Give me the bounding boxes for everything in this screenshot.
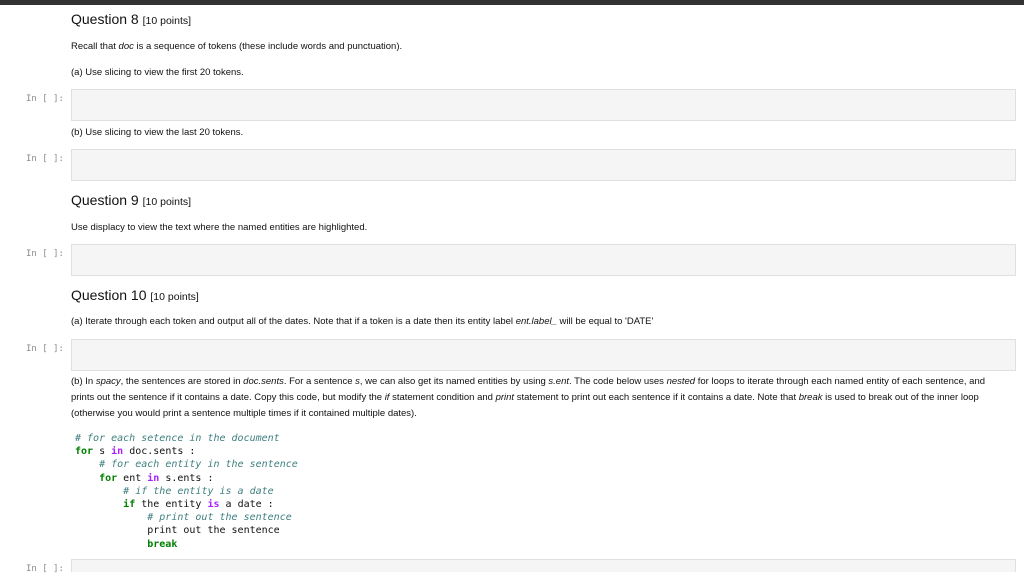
question-8-heading: Question 8 [10 points] [71, 11, 191, 27]
question-9-heading: Question 9 [10 points] [71, 192, 191, 208]
example-code-block: # for each setence in the document for s… [75, 433, 298, 550]
code-cell-q9[interactable] [71, 244, 1016, 276]
cell-prompt: In [ ]: [26, 249, 64, 259]
question-9-title: Question 9 [71, 192, 139, 208]
top-bar [0, 0, 1024, 5]
question-8-part-b: (b) Use slicing to view the last 20 toke… [71, 127, 244, 138]
code-cell-q10a[interactable] [71, 339, 1016, 371]
code-cell-q10b[interactable] [71, 559, 1016, 572]
question-10-points: [10 points] [150, 291, 199, 303]
cell-prompt: In [ ]: [26, 154, 64, 164]
question-8-part-a: (a) Use slicing to view the first 20 tok… [71, 67, 244, 78]
code-cell-q8a[interactable] [71, 89, 1016, 121]
question-9-instruction: Use displacy to view the text where the … [71, 222, 368, 233]
question-9-points: [10 points] [142, 196, 192, 208]
cell-prompt: In [ ]: [26, 344, 64, 354]
code-cell-q8b[interactable] [71, 149, 1016, 181]
question-8-points: [10 points] [142, 15, 192, 27]
question-10-title: Question 10 [71, 287, 147, 303]
cell-prompt: In [ ]: [26, 564, 64, 574]
question-10-heading: Question 10 [10 points] [71, 287, 199, 303]
question-10-part-a: (a) Iterate through each token and outpu… [71, 316, 654, 327]
question-10-part-b: (b) In spacy, the sentences are stored i… [71, 376, 986, 419]
cell-prompt: In [ ]: [26, 94, 64, 104]
question-8-title: Question 8 [71, 11, 139, 27]
question-8-intro: Recall that doc is a sequence of tokens … [71, 41, 403, 52]
